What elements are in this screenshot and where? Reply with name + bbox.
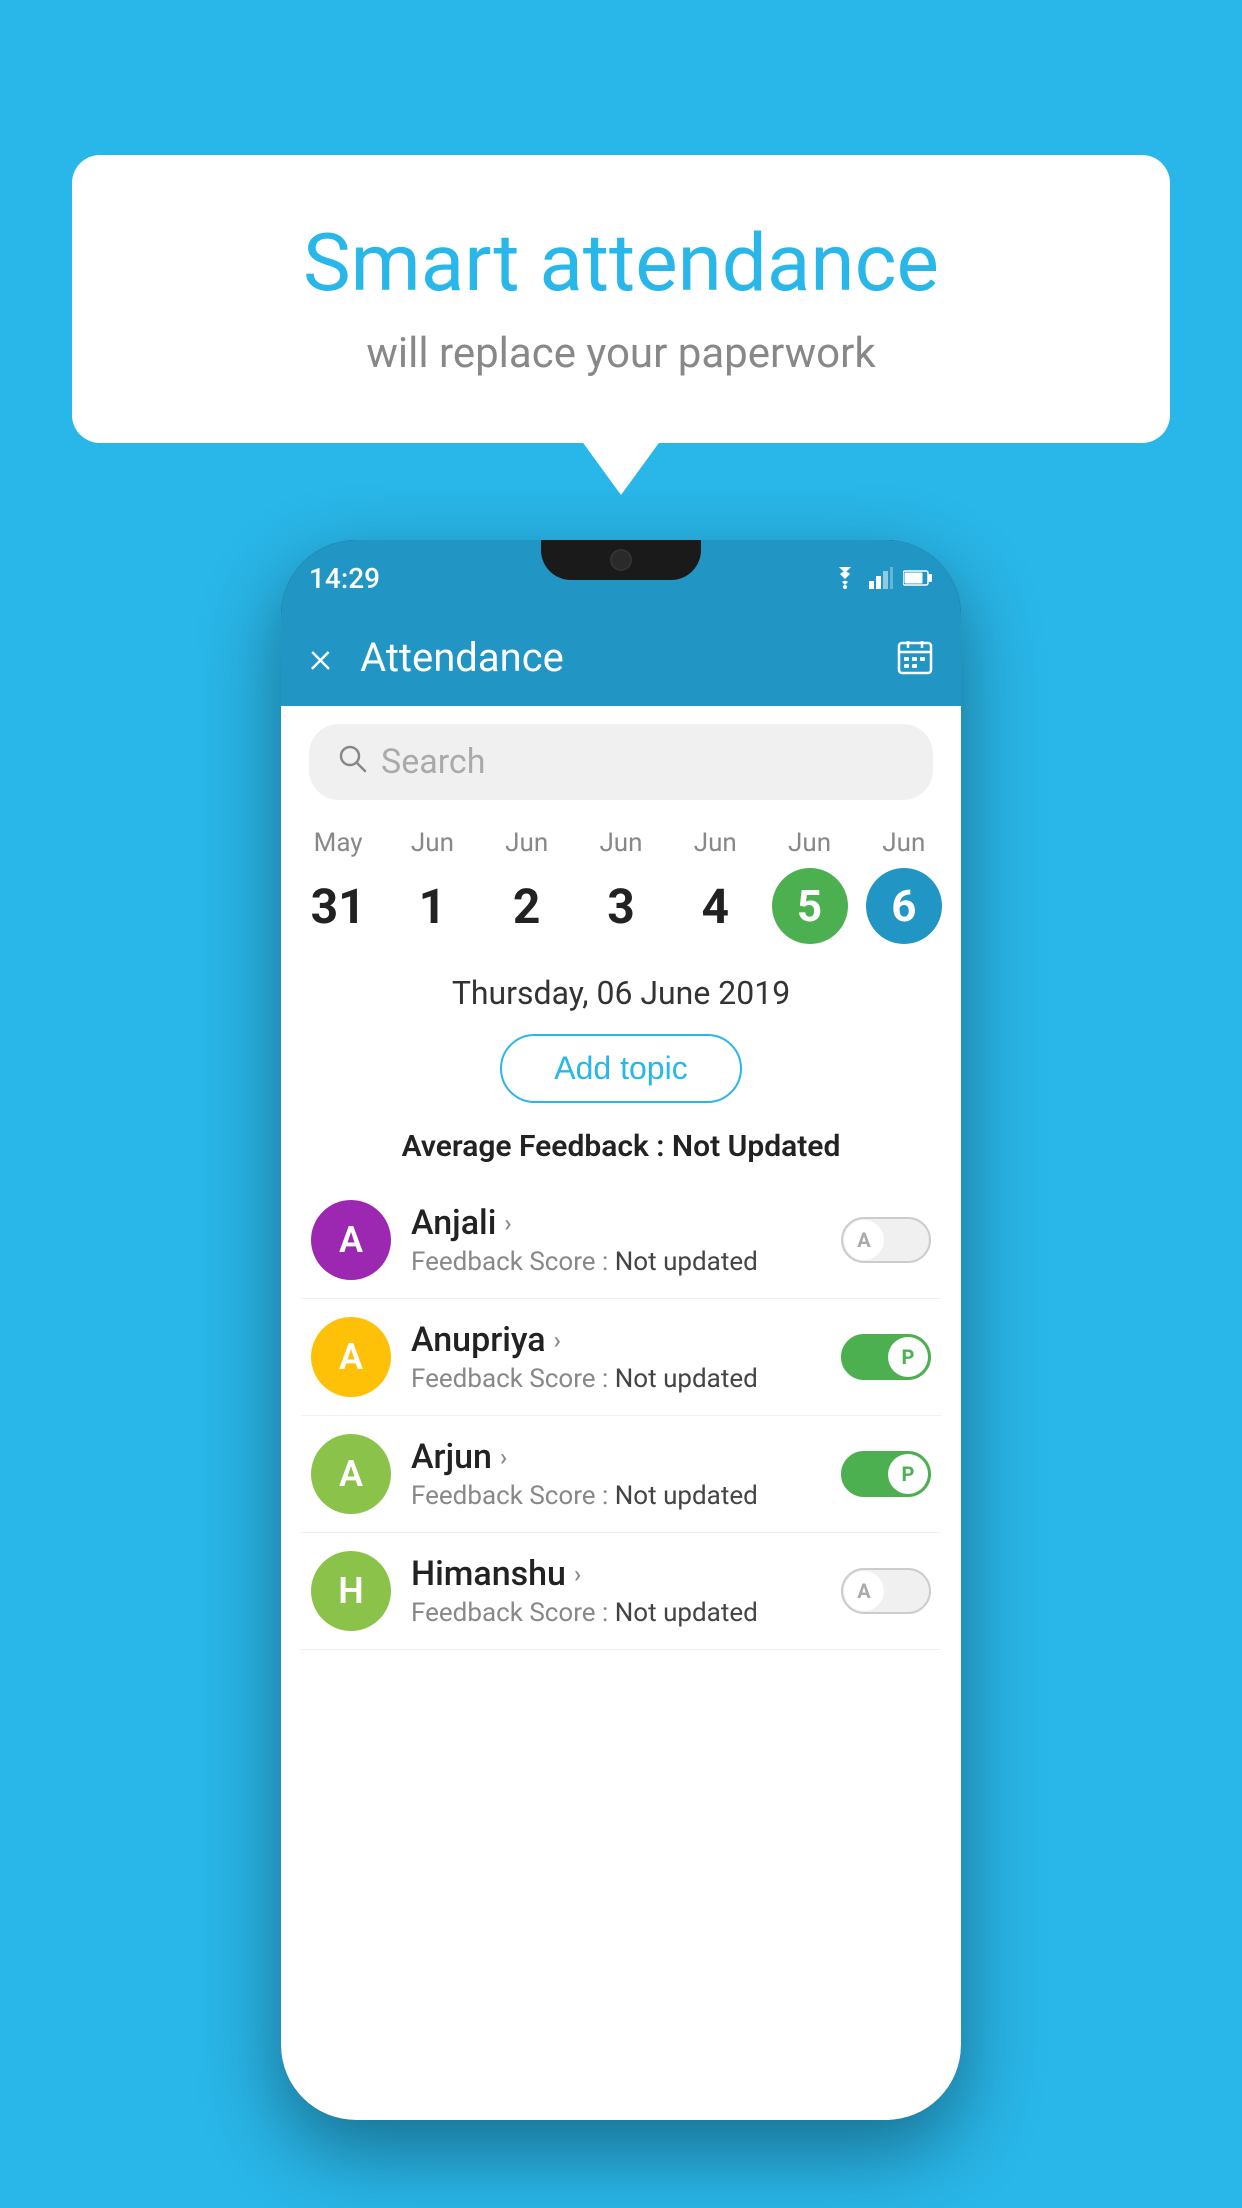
- avg-feedback: Average Feedback : Not Updated: [281, 1119, 961, 1182]
- student-item[interactable]: A Arjun › Feedback Score : Not updated P: [301, 1416, 941, 1533]
- feedback-value: Not updated: [615, 1364, 758, 1394]
- calendar-day[interactable]: May 31: [298, 828, 378, 944]
- add-topic-button[interactable]: Add topic: [500, 1034, 741, 1103]
- student-avatar: A: [311, 1317, 391, 1397]
- student-info: Arjun › Feedback Score : Not updated: [411, 1437, 821, 1511]
- chevron-icon: ›: [504, 1209, 511, 1237]
- feedback-value: Not updated: [615, 1598, 758, 1628]
- front-camera: [610, 549, 632, 571]
- status-icons: [831, 567, 933, 589]
- calendar-day[interactable]: Jun 3: [581, 828, 661, 944]
- student-info: Himanshu › Feedback Score : Not updated: [411, 1554, 821, 1628]
- toggle-knob: A: [844, 1571, 884, 1611]
- signal-icon: [869, 567, 893, 589]
- chevron-icon: ›: [500, 1443, 507, 1471]
- student-info: Anupriya › Feedback Score : Not updated: [411, 1320, 821, 1394]
- student-name: Arjun ›: [411, 1437, 821, 1477]
- avg-feedback-label: Average Feedback :: [402, 1129, 672, 1164]
- day-number: 5: [772, 868, 848, 944]
- student-name: Anjali ›: [411, 1203, 821, 1243]
- bubble-title: Smart attendance: [152, 215, 1090, 311]
- attendance-toggle[interactable]: A: [841, 1217, 931, 1263]
- phone-container: 14:29: [281, 540, 961, 2120]
- phone-notch: [541, 540, 701, 580]
- student-feedback: Feedback Score : Not updated: [411, 1364, 821, 1394]
- bubble-subtitle: will replace your paperwork: [152, 329, 1090, 378]
- toggle-knob: P: [888, 1454, 928, 1494]
- feedback-value: Not updated: [615, 1481, 758, 1511]
- day-month: Jun: [599, 828, 642, 858]
- student-name: Himanshu ›: [411, 1554, 821, 1594]
- calendar-icon[interactable]: [897, 639, 933, 675]
- avg-feedback-value: Not Updated: [672, 1129, 840, 1164]
- day-number: 6: [866, 868, 942, 944]
- day-number: 3: [583, 868, 659, 944]
- selected-date: Thursday, 06 June 2019: [452, 974, 790, 1012]
- toggle-knob: A: [844, 1220, 884, 1260]
- day-number: 31: [300, 868, 376, 944]
- day-month: Jun: [505, 828, 548, 858]
- search-bar[interactable]: Search: [309, 724, 933, 800]
- toggle-switch[interactable]: A: [841, 1568, 931, 1614]
- add-topic-container: Add topic: [281, 1026, 961, 1119]
- calendar-day[interactable]: Jun 5: [770, 828, 850, 944]
- wifi-icon: [831, 567, 859, 589]
- toggle-switch[interactable]: P: [841, 1334, 931, 1380]
- speech-bubble: Smart attendance will replace your paper…: [72, 155, 1170, 443]
- search-placeholder: Search: [381, 742, 485, 782]
- student-feedback: Feedback Score : Not updated: [411, 1481, 821, 1511]
- toggle-switch[interactable]: A: [841, 1217, 931, 1263]
- chevron-icon: ›: [574, 1560, 581, 1588]
- student-feedback: Feedback Score : Not updated: [411, 1598, 821, 1628]
- toggle-knob: P: [888, 1337, 928, 1377]
- student-avatar: H: [311, 1551, 391, 1631]
- calendar-day[interactable]: Jun 4: [675, 828, 755, 944]
- day-number: 1: [394, 868, 470, 944]
- status-time: 14:29: [309, 562, 380, 595]
- app-bar-title: Attendance: [360, 634, 897, 681]
- student-item[interactable]: A Anupriya › Feedback Score : Not updated P: [301, 1299, 941, 1416]
- calendar-strip: May 31 Jun 1 Jun 2 Jun 3 Jun 4 Jun 5 Jun 6: [281, 810, 961, 954]
- student-list: AAnjali ›Feedback Score : Not updatedAAA…: [281, 1182, 961, 1650]
- student-item[interactable]: H Himanshu › Feedback Score : Not updated A: [301, 1533, 941, 1650]
- student-avatar: A: [311, 1434, 391, 1514]
- day-number: 2: [489, 868, 565, 944]
- calendar-days: May 31 Jun 1 Jun 2 Jun 3 Jun 4 Jun 5 Jun 6: [281, 828, 961, 944]
- battery-icon: [903, 569, 933, 587]
- attendance-toggle[interactable]: P: [841, 1334, 931, 1380]
- search-container: Search: [281, 706, 961, 810]
- day-number: 4: [677, 868, 753, 944]
- close-button[interactable]: ×: [309, 631, 332, 683]
- day-month: May: [314, 828, 363, 858]
- student-item[interactable]: A Anjali › Feedback Score : Not updated A: [301, 1182, 941, 1299]
- student-avatar: A: [311, 1200, 391, 1280]
- phone-frame: 14:29: [281, 540, 961, 2120]
- toggle-switch[interactable]: P: [841, 1451, 931, 1497]
- student-info: Anjali › Feedback Score : Not updated: [411, 1203, 821, 1277]
- app-bar: × Attendance: [281, 608, 961, 706]
- attendance-toggle[interactable]: A: [841, 1568, 931, 1614]
- date-info: Thursday, 06 June 2019: [281, 954, 961, 1026]
- calendar-day[interactable]: Jun 2: [487, 828, 567, 944]
- calendar-day[interactable]: Jun 6: [864, 828, 944, 944]
- chevron-icon: ›: [554, 1326, 561, 1354]
- feedback-value: Not updated: [615, 1247, 758, 1277]
- speech-bubble-container: Smart attendance will replace your paper…: [72, 155, 1170, 443]
- screen-content: Search May 31 Jun 1 Jun 2 Jun 3 Jun 4 Jun 5 Jun 6 Thu…: [281, 706, 961, 2120]
- student-feedback: Feedback Score : Not updated: [411, 1247, 821, 1277]
- day-month: Jun: [882, 828, 925, 858]
- search-icon: [337, 743, 367, 781]
- day-month: Jun: [694, 828, 737, 858]
- attendance-toggle[interactable]: P: [841, 1451, 931, 1497]
- day-month: Jun: [411, 828, 454, 858]
- calendar-day[interactable]: Jun 1: [392, 828, 472, 944]
- student-name: Anupriya ›: [411, 1320, 821, 1360]
- day-month: Jun: [788, 828, 831, 858]
